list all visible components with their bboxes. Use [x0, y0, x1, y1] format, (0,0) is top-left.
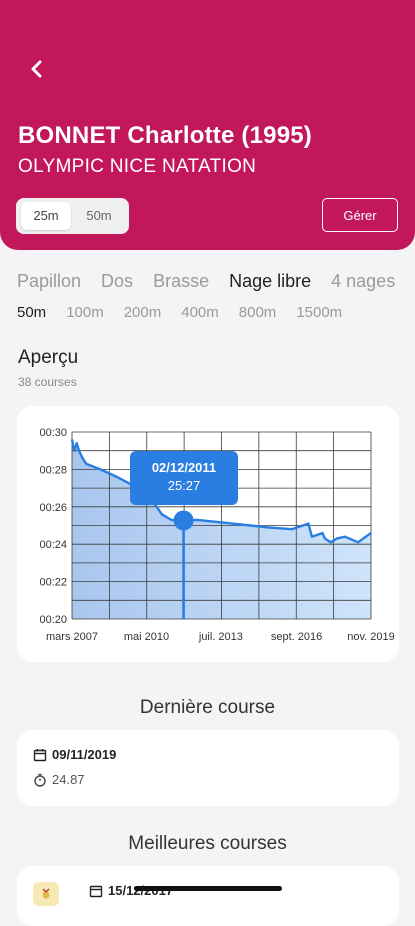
tab-4-nages[interactable]: 4 nages: [331, 271, 395, 291]
tab-distance-100m[interactable]: 100m: [66, 304, 104, 321]
pool-option-50m[interactable]: 50m: [74, 202, 124, 230]
club-name: OLYMPIC NICE NATATION: [18, 156, 257, 177]
profile-header: BONNET Charlotte (1995) OLYMPIC NICE NAT…: [0, 0, 415, 250]
calendar-icon: [33, 748, 47, 761]
performance-chart[interactable]: 00:30 00:28 00:26 00:24 00:22 00:20 mars 2007 m…: [17, 406, 399, 662]
chart-x-tick-label: juil. 2013: [198, 631, 243, 643]
chart-y-tick-label: 00:20: [39, 614, 67, 626]
tab-distance-50m[interactable]: 50m: [17, 304, 46, 321]
chart-y-tick-label: 00:22: [39, 577, 67, 589]
tab-nage-libre[interactable]: Nage libre: [229, 271, 311, 291]
back-button[interactable]: [22, 54, 52, 84]
medal-icon: [33, 882, 59, 906]
tooltip-time: 25:27: [167, 478, 201, 493]
pool-option-25m[interactable]: 25m: [21, 202, 71, 230]
stroke-tabs: Papillon Dos Brasse Nage libre 4 nages: [17, 271, 415, 292]
last-race-card[interactable]: 09/11/2019 24.87: [17, 730, 399, 806]
chart-highlight-point: [173, 510, 194, 531]
chart-x-tick-label: sept. 2016: [271, 631, 322, 643]
manage-button[interactable]: Gérer: [322, 198, 398, 232]
last-race-heading: Dernière course: [139, 697, 276, 718]
tooltip-date: 02/12/2011: [151, 460, 217, 475]
last-race-date: 09/11/2019: [52, 747, 117, 762]
tab-distance-400m[interactable]: 400m: [181, 304, 219, 321]
last-race-time: 24.87: [52, 772, 85, 787]
last-race-time-row: 24.87: [33, 772, 85, 787]
chart-y-tick-label: 00:24: [39, 539, 67, 551]
chart-x-tick-label: nov. 2019: [347, 631, 395, 643]
tab-brasse[interactable]: Brasse: [153, 271, 209, 291]
tab-dos[interactable]: Dos: [101, 271, 133, 291]
chart-y-tick-label: 00:30: [39, 427, 67, 439]
tab-distance-800m[interactable]: 800m: [239, 304, 277, 321]
home-indicator: [134, 886, 282, 891]
tab-distance-1500m[interactable]: 1500m: [296, 304, 342, 321]
best-race-card[interactable]: 15/12/2017: [17, 866, 399, 926]
calendar-icon: [89, 885, 103, 897]
stopwatch-icon: [34, 773, 46, 787]
athlete-name: BONNET Charlotte (1995): [18, 122, 312, 149]
best-races-heading: Meilleures courses: [128, 833, 287, 854]
distance-tabs: 50m 100m 200m 400m 800m 1500m: [17, 304, 362, 321]
tab-distance-200m[interactable]: 200m: [124, 304, 162, 321]
pool-length-toggle: 25m 50m: [16, 198, 129, 234]
chart-x-tick-label: mai 2010: [124, 631, 169, 643]
performance-chart-card: 00:30 00:28 00:26 00:24 00:22 00:20 mars 2007 m…: [17, 406, 399, 662]
last-race-date-row: 09/11/2019: [33, 747, 116, 762]
tab-papillon[interactable]: Papillon: [17, 271, 81, 291]
chart-y-tick-label: 00:26: [39, 502, 67, 514]
chart-tooltip: 02/12/2011 25:27: [130, 451, 238, 505]
overview-race-count: 38 courses: [18, 375, 77, 389]
overview-title: Aperçu: [18, 347, 79, 368]
chart-y-tick-label: 00:28: [39, 464, 67, 476]
chevron-left-icon: [31, 60, 42, 78]
chart-x-tick-label: mars 2007: [46, 631, 98, 643]
